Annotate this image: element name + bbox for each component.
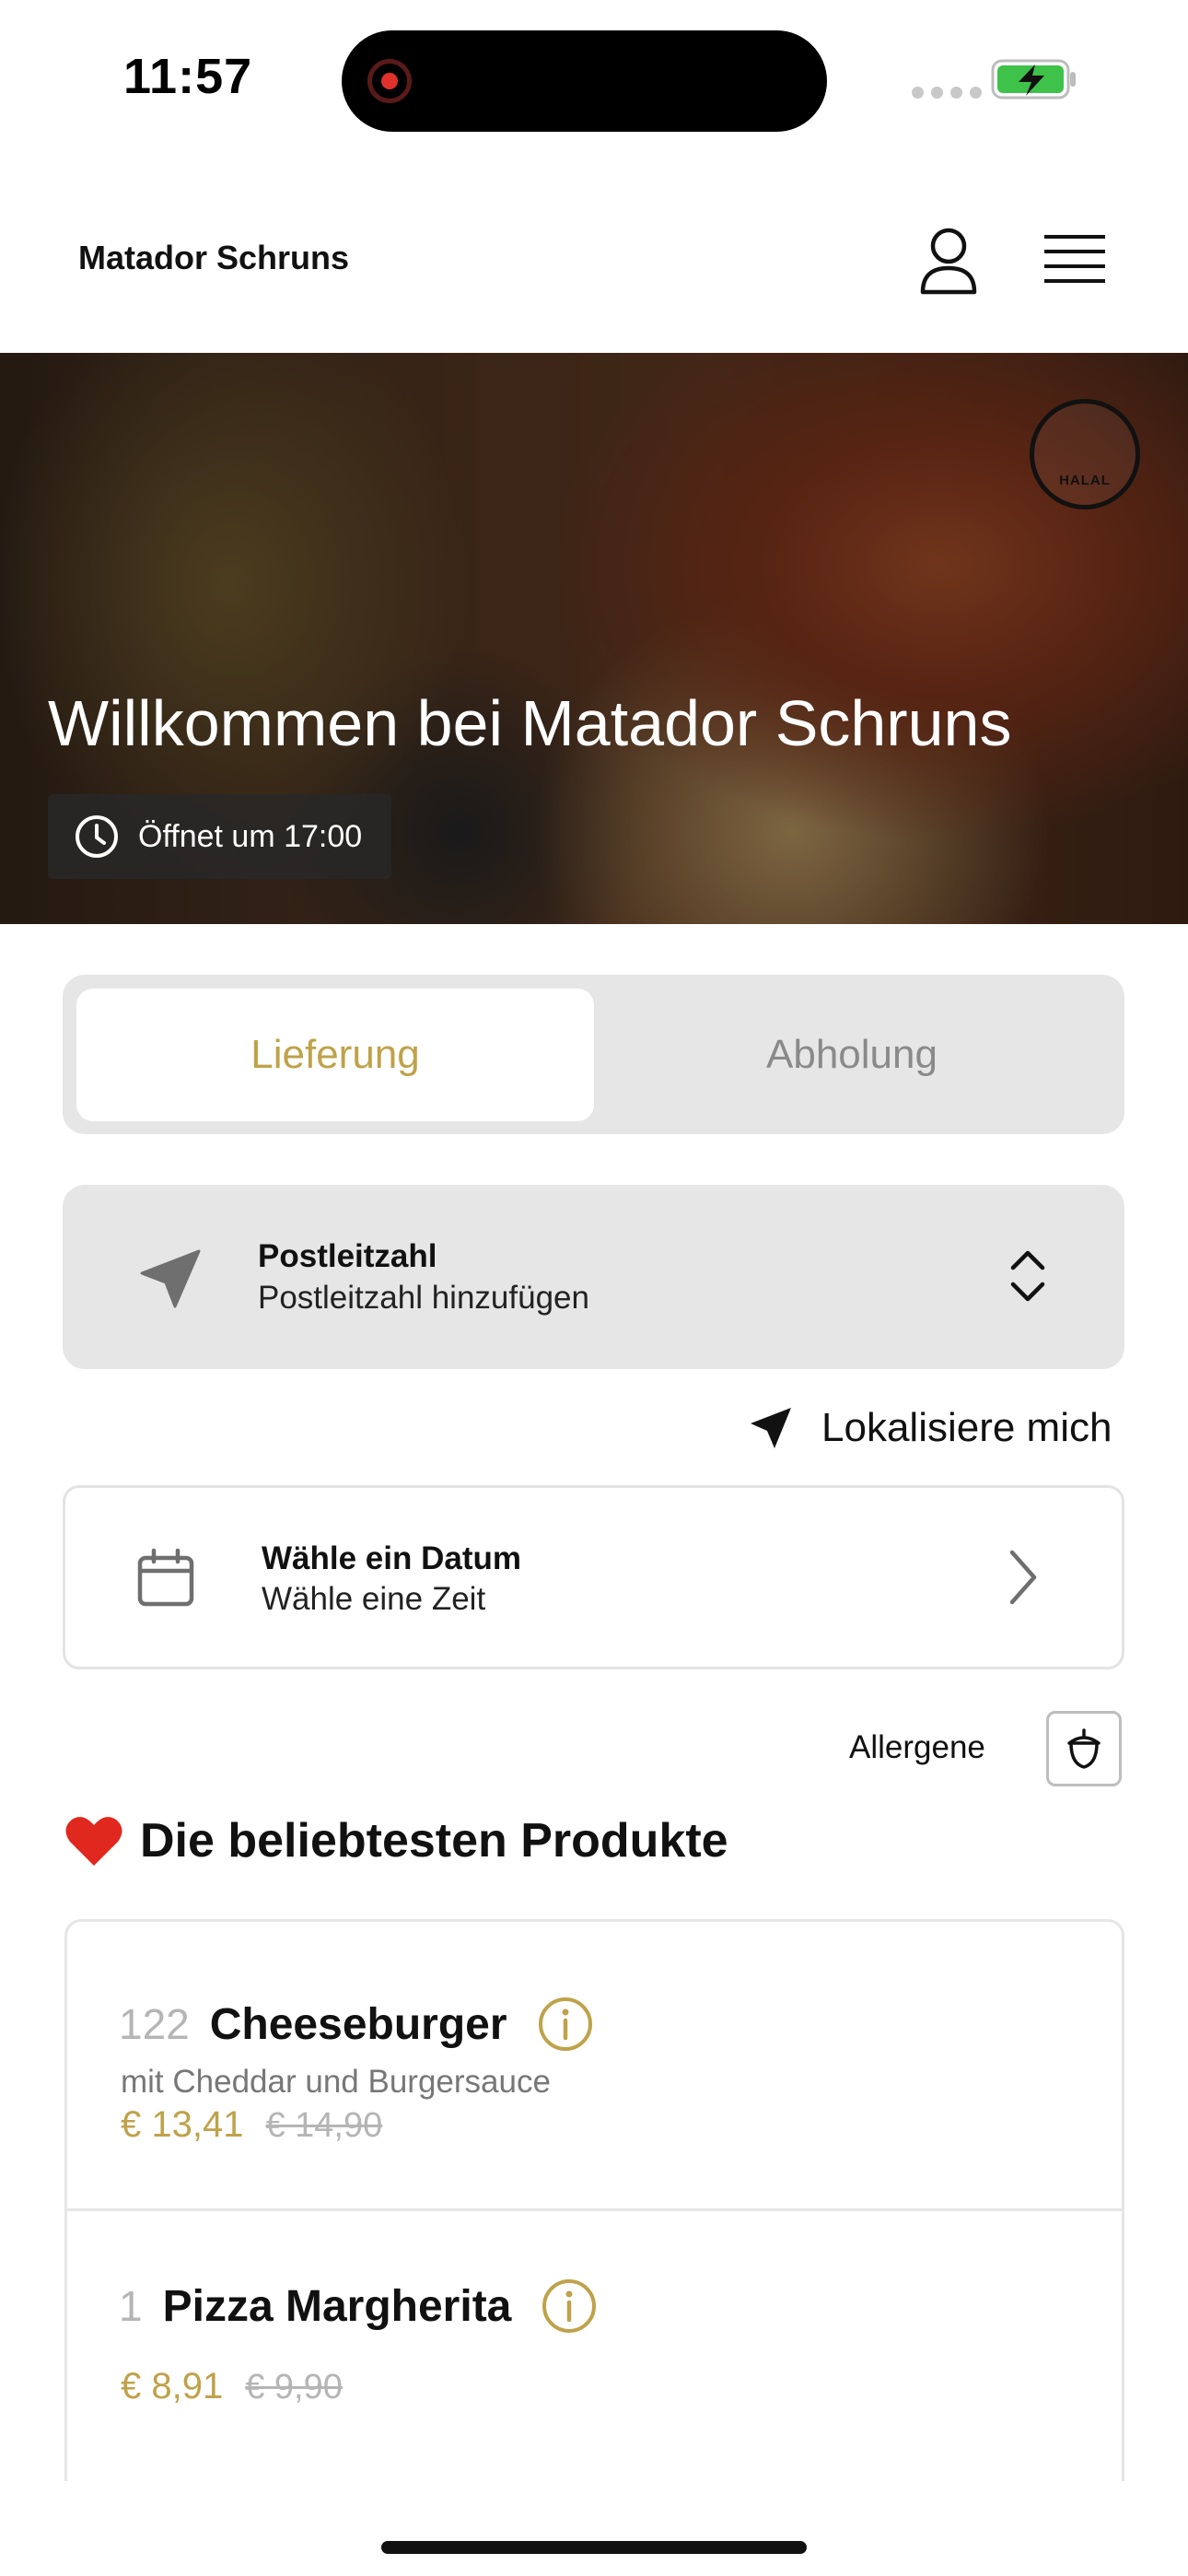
allergens-label: Allergene xyxy=(849,1729,985,1765)
product-number: 1 xyxy=(119,2282,143,2330)
battery-charging-icon xyxy=(991,59,1076,100)
info-icon[interactable] xyxy=(537,1996,594,2053)
date-time-selector[interactable]: Wähle ein Datum Wähle eine Zeit xyxy=(63,1485,1124,1669)
popular-products-heading: Die beliebtesten Produkte xyxy=(64,1813,728,1868)
date-label: Wähle ein Datum xyxy=(262,1540,521,1576)
opening-time-text: Öffnet um 17:00 xyxy=(138,818,363,854)
chevron-right-icon xyxy=(1009,1550,1037,1605)
product-name: Pizza Margherita xyxy=(162,2281,512,2331)
locate-me-label: Lokalisiere mich xyxy=(821,1405,1112,1450)
product-prices: € 8,91 € 9,90 xyxy=(121,2366,343,2407)
tab-delivery[interactable]: Lieferung xyxy=(76,989,594,1121)
home-indicator[interactable] xyxy=(381,2541,807,2554)
user-icon[interactable] xyxy=(917,226,980,296)
dynamic-island xyxy=(342,30,827,132)
product-item[interactable]: 1 Pizza Margherita € 8,91 € 9,90 xyxy=(67,2211,1122,2481)
product-item[interactable]: 122 Cheeseburger mit Cheddar und Burgers… xyxy=(67,1922,1122,2211)
status-time: 11:57 xyxy=(123,49,253,104)
signal-icon xyxy=(912,87,982,99)
tab-pickup[interactable]: Abholung xyxy=(593,989,1111,1121)
product-number: 122 xyxy=(119,2000,190,2048)
halal-badge-text: HALAL xyxy=(1059,473,1111,488)
product-price: € 8,91 xyxy=(121,2366,224,2406)
halal-badge-icon: HALAL xyxy=(1030,399,1140,509)
product-list: 122 Cheeseburger mit Cheddar und Burgers… xyxy=(64,1919,1124,2481)
postcode-value: Postleitzahl hinzufügen xyxy=(258,1280,589,1316)
postcode-label: Postleitzahl xyxy=(258,1238,437,1274)
product-old-price: € 14,90 xyxy=(265,2106,383,2145)
acorn-icon xyxy=(1067,1728,1101,1769)
location-arrow-icon xyxy=(140,1249,201,1308)
menu-icon[interactable] xyxy=(1042,231,1107,290)
product-price: € 13,41 xyxy=(121,2104,244,2145)
time-value: Wähle eine Zeit xyxy=(262,1581,486,1617)
navigation-arrow-icon xyxy=(751,1408,791,1448)
brand-name[interactable]: Matador Schruns xyxy=(78,239,349,277)
product-description: mit Cheddar und Burgersauce xyxy=(121,2064,551,2100)
allergens-button[interactable] xyxy=(1046,1711,1122,1786)
hero-title: Willkommen bei Matador Schruns xyxy=(48,687,1012,759)
info-icon[interactable] xyxy=(541,2277,598,2335)
product-name: Cheeseburger xyxy=(209,1999,507,2049)
section-title: Die beliebtesten Produkte xyxy=(140,1814,728,1868)
heart-icon xyxy=(65,1817,122,1866)
locate-me-button[interactable]: Lokalisiere mich xyxy=(748,1400,1112,1456)
app-header: Matador Schruns xyxy=(0,198,1188,353)
hero-banner: HALAL Willkommen bei Matador Schruns Öff… xyxy=(0,353,1188,924)
status-bar: 11:57 xyxy=(0,0,1188,157)
calendar-icon xyxy=(137,1548,194,1607)
opening-time-badge: Öffnet um 17:00 xyxy=(48,794,392,879)
recording-indicator-icon xyxy=(367,59,412,103)
product-prices: € 13,41 € 14,90 xyxy=(121,2104,382,2146)
chevron-up-down-icon xyxy=(1010,1250,1045,1302)
postcode-selector[interactable]: Postleitzahl Postleitzahl hinzufügen xyxy=(63,1185,1124,1369)
clock-icon xyxy=(76,815,118,858)
order-type-tabs: Lieferung Abholung xyxy=(63,975,1124,1134)
product-old-price: € 9,90 xyxy=(245,2368,343,2406)
